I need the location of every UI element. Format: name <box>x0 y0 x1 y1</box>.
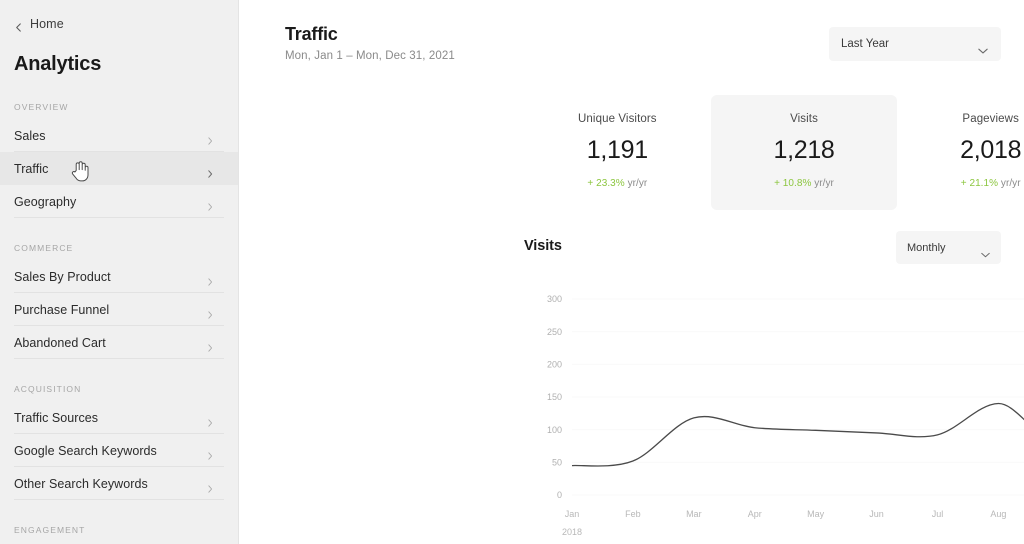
chevron-left-icon <box>14 19 23 32</box>
sidebar-group-label-overview: OVERVIEW <box>14 102 69 112</box>
kpi-card-row: Unique Visitors 1,191 + 23.3% yr/yr Visi… <box>524 95 1024 210</box>
kpi-label: Pageviews <box>962 113 1019 125</box>
chart-section-title: Visits <box>524 238 562 254</box>
main-content: Traffic Mon, Jan 1 – Mon, Dec 31, 2021 L… <box>239 0 1024 544</box>
kpi-value: 1,218 <box>773 136 835 164</box>
kpi-delta: + 21.1% yr/yr <box>961 178 1021 189</box>
sidebar-item-traffic[interactable]: Traffic <box>0 152 238 185</box>
kpi-label: Unique Visitors <box>578 113 657 125</box>
chart-y-axis-labels: 0 50 100 150 200 250 300 <box>547 294 562 500</box>
granularity-select[interactable]: Monthly <box>896 231 1001 264</box>
kpi-delta: + 23.3% yr/yr <box>587 178 647 189</box>
date-range-select[interactable]: Last Year <box>829 27 1001 61</box>
sidebar-item-label: Purchase Funnel <box>14 302 110 317</box>
kpi-delta-percent: + 23.3% <box>587 178 625 189</box>
sidebar-title: Analytics <box>14 53 102 75</box>
svg-text:150: 150 <box>547 392 562 402</box>
sidebar-item-label: Abandoned Cart <box>14 335 106 350</box>
svg-text:Aug: Aug <box>990 509 1006 519</box>
chevron-right-icon <box>206 447 214 460</box>
chevron-right-icon <box>206 414 214 427</box>
chevron-right-icon <box>206 306 214 319</box>
chevron-right-icon <box>206 339 214 352</box>
sidebar-item-other-search-keywords[interactable]: Other Search Keywords <box>0 467 238 500</box>
svg-text:May: May <box>807 509 825 519</box>
sidebar-item-label: Sales By Product <box>14 269 111 284</box>
chevron-down-icon <box>981 245 990 257</box>
svg-text:Jul: Jul <box>932 509 944 519</box>
svg-text:Apr: Apr <box>748 509 762 519</box>
kpi-delta-unit: yr/yr <box>1000 178 1021 189</box>
chart-x-axis-labels: JanFebMarAprMayJunJulAugSepOctNovDec <box>565 509 1007 519</box>
kpi-delta: + 10.8% yr/yr <box>774 178 834 189</box>
svg-text:50: 50 <box>552 458 562 468</box>
sidebar-item-sales-by-product[interactable]: Sales By Product <box>0 260 238 293</box>
svg-text:Mar: Mar <box>686 509 702 519</box>
kpi-value: 1,191 <box>586 136 648 164</box>
kpi-card-visits[interactable]: Visits 1,218 + 10.8% yr/yr <box>710 95 898 210</box>
sidebar-item-abandoned-cart[interactable]: Abandoned Cart <box>0 326 238 359</box>
kpi-delta-unit: yr/yr <box>814 178 834 189</box>
kpi-card-pageviews[interactable]: Pageviews 2,018 + 21.1% yr/yr <box>897 95 1024 210</box>
kpi-value: 2,018 <box>960 136 1022 164</box>
sidebar-item-label: Google Search Keywords <box>14 443 157 458</box>
sidebar-item-geography[interactable]: Geography <box>0 185 238 218</box>
date-range-select-value: Last Year <box>841 38 889 50</box>
kpi-delta-unit: yr/yr <box>627 178 648 189</box>
chevron-down-icon <box>978 41 988 54</box>
sidebar-item-label: Sales <box>14 128 46 143</box>
sidebar-item-google-search-keywords[interactable]: Google Search Keywords <box>0 434 238 467</box>
chart-x-axis-year-label: 2018 <box>562 527 582 535</box>
chevron-right-icon <box>206 480 214 493</box>
back-to-home-label: Home <box>30 16 64 31</box>
sidebar-item-label: Traffic Sources <box>14 410 99 425</box>
chart-data-line <box>571 402 1024 467</box>
back-to-home-button[interactable]: Home <box>0 0 238 34</box>
svg-text:Jan: Jan <box>565 509 580 519</box>
chevron-right-icon <box>206 132 214 145</box>
svg-text:100: 100 <box>547 425 562 435</box>
granularity-select-value: Monthly <box>907 241 946 254</box>
sidebar-item-purchase-funnel[interactable]: Purchase Funnel <box>0 293 238 326</box>
sidebar-item-label: Other Search Keywords <box>14 476 148 491</box>
kpi-delta-percent: + 10.8% <box>774 178 812 189</box>
svg-text:200: 200 <box>547 360 562 370</box>
sidebar-group-label-commerce: COMMERCE <box>14 243 74 253</box>
svg-text:0: 0 <box>557 490 562 500</box>
svg-text:300: 300 <box>547 294 562 304</box>
kpi-delta-percent: + 21.1% <box>960 178 999 189</box>
chart-svg: 0 50 100 150 200 250 300 Jan Feb Mar Apr May Jun Jul… <box>547 294 1024 535</box>
svg-text:250: 250 <box>547 327 562 337</box>
sidebar-item-traffic-sources[interactable]: Traffic Sources <box>0 401 238 434</box>
sidebar-group-label-engagement: ENGAGEMENT <box>14 525 86 535</box>
chevron-right-icon <box>206 198 214 211</box>
svg-text:Jun: Jun <box>869 509 884 519</box>
visits-line-chart: 0 50 100 150 200 250 300 Jan Feb Mar Apr May Jun Jul… <box>524 285 1024 535</box>
chevron-right-icon <box>206 273 214 286</box>
sidebar-item-label: Geography <box>14 194 77 209</box>
sidebar: Home Analytics OVERVIEW Sales Traffic Ge… <box>0 0 239 544</box>
chevron-right-icon <box>206 165 214 178</box>
kpi-label: Visits <box>790 113 818 125</box>
sidebar-group-label-acquisition: ACQUISITION <box>14 384 82 394</box>
kpi-card-unique-visitors[interactable]: Unique Visitors 1,191 + 23.3% yr/yr <box>524 95 711 210</box>
analytics-dashboard: Home Analytics OVERVIEW Sales Traffic Ge… <box>0 0 1024 544</box>
sidebar-item-label: Traffic <box>14 161 49 176</box>
sidebar-item-sales[interactable]: Sales <box>0 119 238 152</box>
chart-gridlines <box>572 298 1024 496</box>
svg-text:Feb: Feb <box>625 509 641 519</box>
